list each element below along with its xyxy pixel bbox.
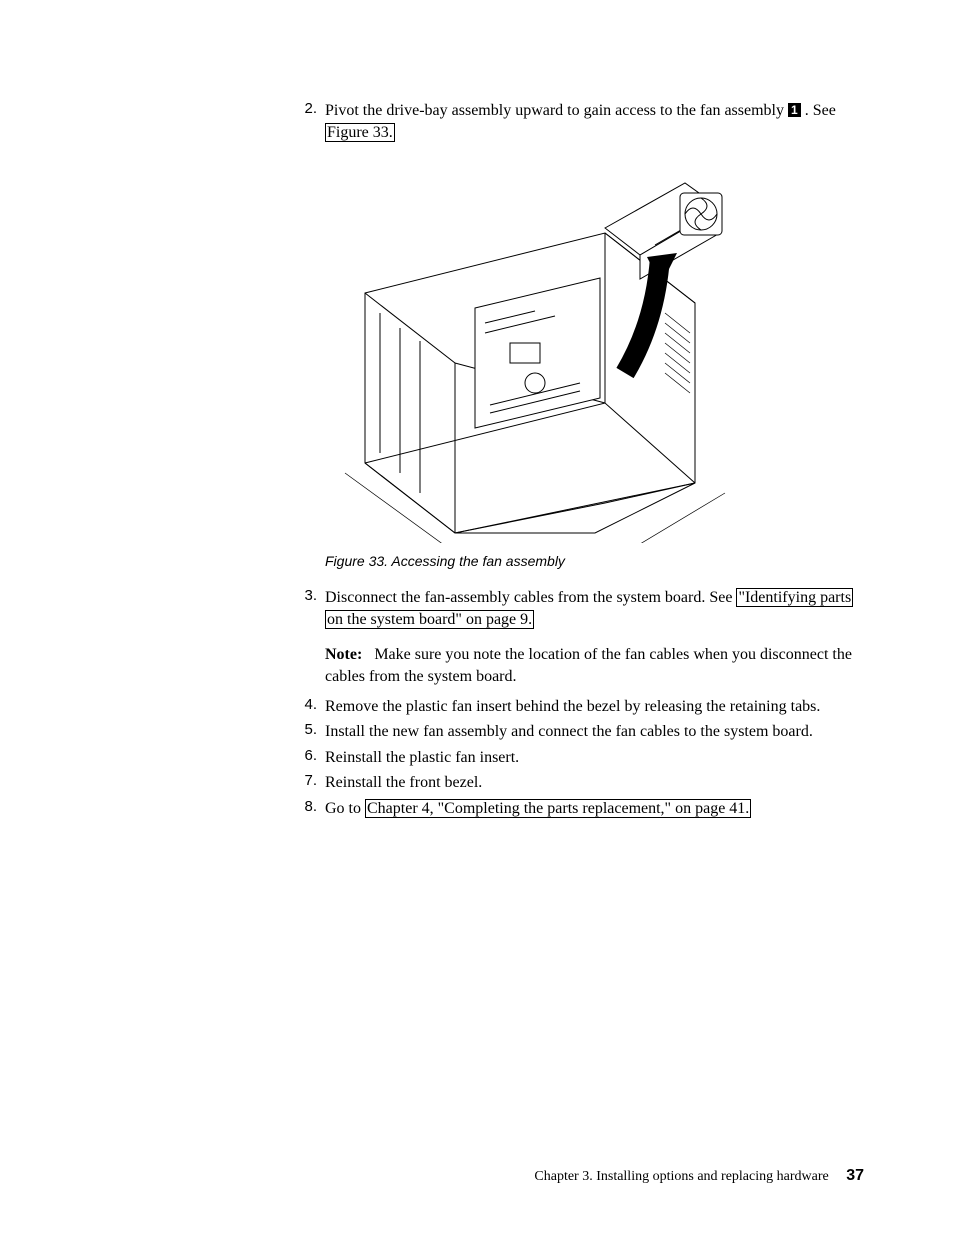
step-8: 8. Go to Chapter 4, "Completing the part…: [295, 798, 864, 820]
body-column: 2. Pivot the drive-bay assembly upward t…: [295, 100, 864, 820]
callout-1-icon: 1: [788, 103, 801, 117]
note-block: Note: Make sure you note the location of…: [325, 644, 864, 687]
step-6: 6. Reinstall the plastic fan insert.: [295, 747, 864, 769]
step-4: 4. Remove the plastic fan insert behind …: [295, 696, 864, 718]
step-body: Reinstall the plastic fan insert.: [325, 747, 864, 769]
step-3: 3. Disconnect the fan-assembly cables fr…: [295, 587, 864, 630]
step-number: 8.: [295, 798, 317, 815]
fan-assembly-illustration: [325, 173, 755, 543]
xref-chapter-4[interactable]: Chapter 4, "Completing the parts replace…: [365, 799, 751, 818]
step-number: 3.: [295, 587, 317, 604]
note-label: Note:: [325, 646, 362, 663]
step-body: Reinstall the front bezel.: [325, 772, 864, 794]
step-number: 6.: [295, 747, 317, 764]
figure-caption: Figure 33. Accessing the fan assembly: [325, 553, 864, 569]
step-5: 5. Install the new fan assembly and conn…: [295, 721, 864, 743]
step-number: 5.: [295, 721, 317, 738]
page: 2. Pivot the drive-bay assembly upward t…: [0, 0, 954, 820]
step-body: Pivot the drive-bay assembly upward to g…: [325, 100, 864, 143]
step-body: Remove the plastic fan insert behind the…: [325, 696, 864, 718]
xref-figure-33[interactable]: Figure 33.: [325, 123, 395, 142]
step-number: 4.: [295, 696, 317, 713]
step-2: 2. Pivot the drive-bay assembly upward t…: [295, 100, 864, 143]
step-body: Install the new fan assembly and connect…: [325, 721, 864, 743]
step-text: Disconnect the fan-assembly cables from …: [325, 589, 736, 606]
step-text-post: . See: [805, 102, 836, 119]
footer-chapter: Chapter 3. Installing options and replac…: [534, 1169, 828, 1184]
step-number: 2.: [295, 100, 317, 117]
step-number: 7.: [295, 772, 317, 789]
figure-33: Figure 33. Accessing the fan assembly: [325, 173, 864, 569]
step-text: Pivot the drive-bay assembly upward to g…: [325, 102, 788, 119]
step-body: Go to Chapter 4, "Completing the parts r…: [325, 798, 864, 820]
page-footer: Chapter 3. Installing options and replac…: [534, 1167, 864, 1185]
step-body: Disconnect the fan-assembly cables from …: [325, 587, 864, 630]
step-text: Go to: [325, 800, 365, 817]
footer-page-number: 37: [846, 1167, 864, 1184]
step-7: 7. Reinstall the front bezel.: [295, 772, 864, 794]
note-text: Make sure you note the location of the f…: [325, 646, 852, 685]
